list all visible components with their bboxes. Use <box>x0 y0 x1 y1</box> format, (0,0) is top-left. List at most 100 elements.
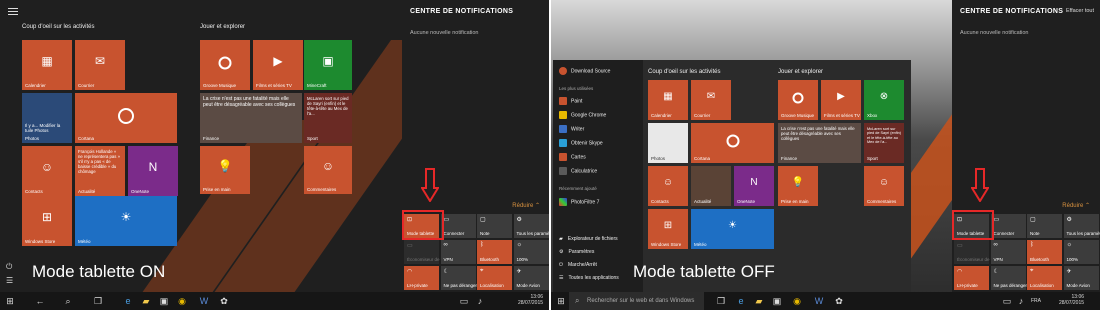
quick-action-bluetooth[interactable]: ᛒ Bluetooth <box>477 240 512 264</box>
tile-meteo[interactable]: ☀ Météo <box>691 209 774 249</box>
hamburger-menu-icon[interactable] <box>8 8 18 17</box>
quick-action-connecter[interactable]: ▭ Connecter <box>990 214 1026 238</box>
quick-action-mode-avion[interactable]: ✈ Mode Avion <box>1063 266 1099 290</box>
quick-action-lh-private[interactable]: ◠ LH-private <box>404 266 439 290</box>
volume-icon[interactable]: ♪ <box>474 295 486 307</box>
app-google-chrome[interactable]: Google Chrome <box>559 111 606 119</box>
start-link-explorateur-de-fichiers[interactable]: ▰ Explorateur de fichiers <box>559 236 618 242</box>
task-view-icon[interactable]: ❐ <box>92 295 104 307</box>
tile-courrier[interactable]: ✉ Courrier <box>691 80 731 120</box>
edge-icon[interactable]: e <box>735 295 747 307</box>
network-icon[interactable]: ▭ <box>458 295 470 307</box>
tile-actualite[interactable]: François Hollande « ne représentera pas … <box>75 146 125 196</box>
network-icon[interactable]: ▭ <box>1001 295 1013 307</box>
app-paint[interactable]: Paint <box>559 97 582 105</box>
quick-action-tous-les-param-tres[interactable]: ⚙ Tous les paramètres <box>513 214 549 238</box>
tile-contacts[interactable]: ☺ Contacts <box>648 166 688 206</box>
quick-action--conomiseur-de-batterie[interactable]: ▭ Économiseur de batterie <box>404 240 456 264</box>
reduire-link[interactable]: Réduire ⌃ <box>1062 202 1090 209</box>
quick-action-lh-private[interactable]: ◠ LH-private <box>954 266 989 290</box>
quick-action--conomiseur-de-batterie[interactable]: ▭ Économiseur de batterie <box>954 240 1006 264</box>
app-icon[interactable]: ✿ <box>833 295 845 307</box>
volume-icon[interactable]: ♪ <box>1015 295 1027 307</box>
quick-action-ne-pas-d-ranger[interactable]: ☾ Ne pas déranger <box>990 266 1027 290</box>
clock[interactable]: 13:06 28/07/2015 <box>1059 294 1084 306</box>
reduire-link[interactable]: Réduire ⌃ <box>512 202 540 209</box>
start-menu: Download Source Les plus utilisées Paint… <box>553 60 911 292</box>
start-link-marche-arr-t[interactable]: ⏻ Marche/Arrêt <box>559 262 597 268</box>
app-icon[interactable]: ✿ <box>218 295 230 307</box>
word-icon[interactable]: W <box>813 295 825 307</box>
all-apps-icon[interactable]: ☰ <box>6 276 15 285</box>
tile-windows-store[interactable]: ⊞ Windows Store <box>22 196 72 246</box>
tile-sport[interactable]: McLaren sort sur pied de Sayri (enfin) e… <box>304 93 352 143</box>
quick-action-100%[interactable]: ☼ 100% <box>513 240 549 264</box>
tile-onenote[interactable]: N OneNote <box>734 166 774 206</box>
tile-finance[interactable]: La crise n'est pas une fatalité mais ell… <box>200 93 302 143</box>
language-indicator[interactable]: FRA <box>1031 298 1041 304</box>
tile-cortana[interactable]: Cortana <box>691 123 774 163</box>
back-arrow-icon[interactable]: ← <box>34 295 46 307</box>
tile-groove[interactable]: Groove Musique <box>200 40 250 90</box>
store-taskbar-icon[interactable]: ▣ <box>158 295 170 307</box>
quick-action-mode-avion[interactable]: ✈ Mode Avion <box>513 266 549 290</box>
app-calculatrice[interactable]: Calculatrice <box>559 167 597 175</box>
edge-icon[interactable]: e <box>122 295 134 307</box>
tile-finance[interactable]: La crise n'est pas une fatalité mais ell… <box>778 123 861 163</box>
quick-action-note[interactable]: ▢ Note <box>1027 214 1062 238</box>
quick-action-note[interactable]: ▢ Note <box>477 214 512 238</box>
chrome-icon[interactable]: ◉ <box>791 295 803 307</box>
tile-commentaires[interactable]: ☺ Commentaires <box>864 166 904 206</box>
task-view-icon[interactable]: ❐ <box>715 295 727 307</box>
tile-onenote[interactable]: N OneNote <box>128 146 178 196</box>
quick-action-vpn[interactable]: ∞ VPN <box>990 240 1026 264</box>
app-writer[interactable]: Writer <box>559 125 584 133</box>
tile-photos[interactable]: Il y a... Modifier la tuile Photos Photo… <box>22 93 72 143</box>
quick-action-connecter[interactable]: ▭ Connecter <box>440 214 476 238</box>
tile-photos[interactable]: Photos <box>648 123 688 163</box>
start-link-param-tres[interactable]: ⚙ Paramètres <box>559 249 594 255</box>
windows-start-icon[interactable]: ⊞ <box>555 295 567 307</box>
tile-xbox[interactable]: ⊗ Xbox <box>864 80 904 120</box>
file-explorer-icon[interactable]: ▰ <box>140 295 152 307</box>
chrome-icon[interactable]: ◉ <box>176 295 188 307</box>
power-icon[interactable]: ⏻ <box>6 262 15 271</box>
effacer-tout-link[interactable]: Effacer tout <box>1066 8 1094 14</box>
tile-cortana[interactable]: Cortana <box>75 93 177 143</box>
quick-action-localisation[interactable]: ⌖ Localisation <box>477 266 512 290</box>
user-account[interactable]: Download Source <box>559 67 610 75</box>
tile-films[interactable]: ▶ Films et séries TV <box>821 80 861 120</box>
tile-contacts[interactable]: ☺ Contacts <box>22 146 72 196</box>
start-link-toutes-les-applications[interactable]: ☰ Toutes les applications <box>559 275 619 281</box>
tile-meteo[interactable]: ☀ Météo <box>75 196 177 246</box>
clock[interactable]: 13:06 28/07/2015 <box>518 294 543 306</box>
tile-minecraft[interactable]: ▣ MineCraft <box>304 40 352 90</box>
quick-action-100%[interactable]: ☼ 100% <box>1063 240 1099 264</box>
quick-action-vpn[interactable]: ∞ VPN <box>440 240 476 264</box>
tile-calendrier[interactable]: ▦ Calendrier <box>22 40 72 90</box>
search-icon[interactable]: ⌕ <box>62 295 74 307</box>
search-box[interactable]: ⌕ Rechercher sur le web et dans Windows <box>569 292 704 310</box>
quick-action-ne-pas-d-ranger[interactable]: ☾ Ne pas déranger <box>440 266 477 290</box>
tile-films[interactable]: ▶ Films et séries TV <box>253 40 303 90</box>
tile-actualite[interactable]: Actualité <box>691 166 731 206</box>
tile-courrier[interactable]: ✉ Courrier <box>75 40 125 90</box>
app-photofiltre[interactable]: PhotoFiltre 7 <box>559 198 599 206</box>
tile-prise-en-main[interactable]: 💡 Prise en main <box>200 146 250 194</box>
tile-groove[interactable]: Groove Musique <box>778 80 818 120</box>
app-cartes[interactable]: Cartes <box>559 153 586 161</box>
tile-commentaires[interactable]: ☺ Commentaires <box>304 146 352 194</box>
quick-action-tous-les-param-tres[interactable]: ⚙ Tous les paramètres <box>1063 214 1100 238</box>
app-obtenir-skype[interactable]: Obtenir Skype <box>559 139 603 147</box>
word-icon[interactable]: W <box>198 295 210 307</box>
tile-prise-en-main[interactable]: 💡 Prise en main <box>778 166 818 206</box>
store-taskbar-icon[interactable]: ▣ <box>771 295 783 307</box>
tile-calendrier[interactable]: ▦ Calendrier <box>648 80 688 120</box>
tile-sport[interactable]: McLaren sort sur pied de Sayri (enfin) e… <box>864 123 904 163</box>
quick-action-label: VPN <box>443 257 453 262</box>
windows-start-icon[interactable]: ⊞ <box>4 295 16 307</box>
quick-action-localisation[interactable]: ⌖ Localisation <box>1027 266 1062 290</box>
file-explorer-icon[interactable]: ▰ <box>753 295 765 307</box>
tile-windows-store[interactable]: ⊞ Windows Store <box>648 209 688 249</box>
quick-action-bluetooth[interactable]: ᛒ Bluetooth <box>1027 240 1062 264</box>
